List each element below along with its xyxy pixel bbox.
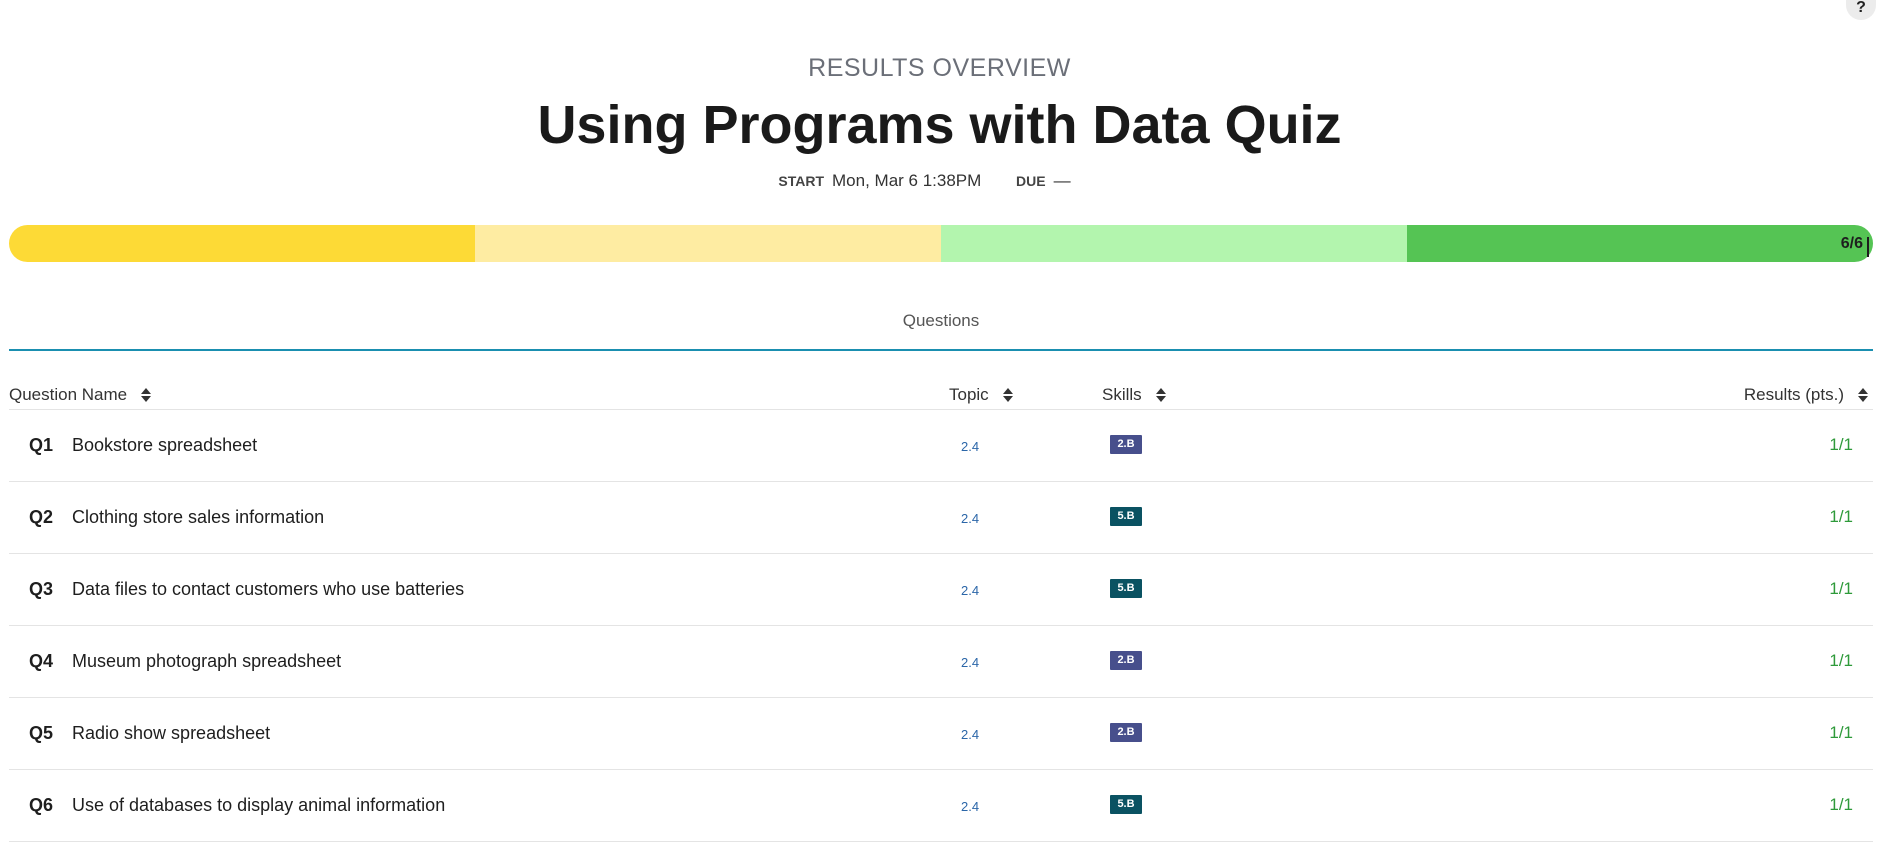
table-header: Question Name Topic Skills Results (pts.… [9, 375, 1873, 410]
column-label-skills: Skills [1102, 385, 1142, 404]
table-row[interactable]: Q1 Bookstore spreadsheet 2.4 2.B 1/1 [9, 410, 1873, 482]
table-body: Q1 Bookstore spreadsheet 2.4 2.B 1/1 Q2 Clothi… [9, 410, 1873, 842]
sort-icon [1155, 388, 1166, 402]
quiz-dates: START Mon, Mar 6 1:38PM DUE — [0, 171, 1879, 191]
question-score: 1/1 [1829, 651, 1853, 670]
questions-table: Question Name Topic Skills Results (pts.… [9, 375, 1873, 842]
topic-link[interactable]: 2.4 [961, 439, 979, 454]
column-header-skills[interactable]: Skills [1102, 385, 1166, 405]
page-title: Using Programs with Data Quiz [537, 95, 1342, 155]
topic-link[interactable]: 2.4 [961, 583, 979, 598]
due-value: — [1053, 170, 1071, 190]
help-button[interactable]: ? [1846, 0, 1876, 20]
question-name[interactable]: Data files to contact customers who use … [72, 579, 464, 600]
column-label-question-name: Question Name [9, 385, 128, 404]
sort-icon [1002, 388, 1013, 402]
question-score: 1/1 [1829, 507, 1853, 526]
topic-link[interactable]: 2.4 [961, 511, 979, 526]
question-score: 1/1 [1829, 579, 1853, 598]
question-score: 1/1 [1829, 795, 1853, 814]
progress-segment [941, 225, 1407, 262]
question-number: Q4 [29, 651, 54, 671]
question-number: Q3 [29, 579, 54, 599]
table-row[interactable]: Q3 Data files to contact customers who us… [9, 554, 1873, 626]
question-number: Q1 [29, 435, 54, 455]
topic-link[interactable]: 2.4 [961, 799, 979, 814]
question-name[interactable]: Museum photograph spreadsheet [72, 651, 341, 672]
question-score: 1/1 [1829, 723, 1853, 742]
score-progress-label: 6/6 [1803, 236, 1869, 257]
question-name[interactable]: Clothing store sales information [72, 507, 324, 528]
table-row[interactable]: Q6 Use of databases to display animal inf… [9, 770, 1873, 842]
skill-badge: 5.B [1110, 795, 1142, 814]
table-row[interactable]: Q2 Clothing store sales information 2.4 5.B… [9, 482, 1873, 554]
table-row[interactable]: Q5 Radio show spreadsheet 2.4 2.B 1/1 [9, 698, 1873, 770]
topic-link[interactable]: 2.4 [961, 727, 979, 742]
question-score: 1/1 [1829, 435, 1853, 454]
skill-badge: 2.B [1110, 723, 1142, 742]
topic-link[interactable]: 2.4 [961, 655, 979, 670]
tab-bar: Questions [9, 305, 1873, 351]
results-header: RESULTS OVERVIEW Using Programs with Dat… [0, 54, 1879, 191]
question-name[interactable]: Use of databases to display animal infor… [72, 795, 445, 816]
progress-segment [9, 225, 475, 262]
table-row[interactable]: Q4 Museum photograph spreadsheet 2.4 2.B 1/1 [9, 626, 1873, 698]
start-label: START [778, 172, 825, 189]
question-name[interactable]: Radio show spreadsheet [72, 723, 270, 744]
question-number: Q5 [29, 723, 54, 743]
column-label-results: Results (pts.) [1743, 385, 1844, 404]
question-name[interactable]: Bookstore spreadsheet [72, 435, 257, 456]
progress-segment [475, 225, 941, 262]
column-header-topic[interactable]: Topic [949, 385, 1013, 405]
column-header-results[interactable]: Results (pts.) [1744, 385, 1868, 405]
sort-icon [141, 388, 152, 402]
question-number: Q2 [29, 507, 54, 527]
skill-badge: 5.B [1110, 579, 1142, 598]
sort-icon [1858, 388, 1868, 402]
skill-badge: 2.B [1110, 435, 1142, 454]
page-overline: RESULTS OVERVIEW [808, 54, 1071, 82]
start-value: Mon, Mar 6 1:38PM [832, 170, 982, 190]
column-label-topic: Topic [949, 385, 989, 404]
due-label: DUE [1016, 172, 1046, 189]
score-progress-bar [9, 225, 1873, 262]
tab-questions[interactable]: Questions [9, 311, 1873, 331]
question-number: Q6 [29, 795, 54, 815]
skill-badge: 2.B [1110, 651, 1142, 670]
column-header-question-name[interactable]: Question Name [9, 385, 152, 405]
skill-badge: 5.B [1110, 507, 1142, 526]
